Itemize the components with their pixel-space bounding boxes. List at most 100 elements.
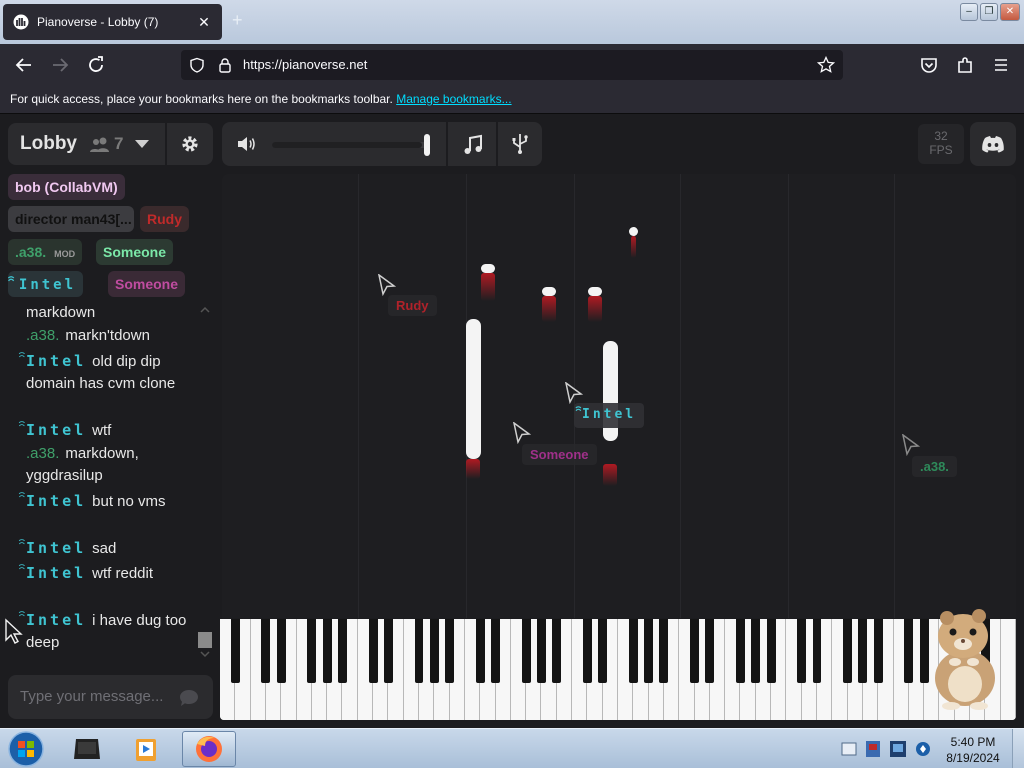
tracking-shield-icon[interactable] (189, 57, 205, 73)
chat-message: .a38. markn'tdown (26, 327, 150, 344)
discord-button[interactable] (970, 122, 1016, 166)
piano-black-key[interactable] (582, 619, 592, 683)
piano-black-key[interactable] (873, 619, 883, 683)
room-selector[interactable]: Lobby 7 (8, 123, 165, 165)
piano-black-key[interactable] (736, 619, 745, 683)
piano-black-key[interactable] (843, 619, 853, 683)
piano-black-key[interactable] (383, 619, 393, 683)
volume-icon[interactable] (236, 135, 256, 153)
note-visualizer: Rudy ꩰIntel Someone .a38. (222, 174, 1016, 618)
user-badge[interactable]: ꩰ Intel (8, 271, 84, 297)
audio-toolbar (222, 122, 542, 166)
back-arrow-icon[interactable] (13, 54, 35, 76)
system-tray (838, 729, 938, 768)
piano-black-key[interactable] (475, 619, 485, 683)
music-note-icon[interactable] (462, 134, 484, 156)
cursor-label: ꩰIntel (574, 403, 645, 428)
piano-black-key[interactable] (690, 619, 699, 683)
piano-black-key[interactable] (904, 619, 914, 683)
piano-black-key[interactable] (491, 619, 500, 683)
users-icon (90, 137, 109, 152)
new-tab-icon[interactable]: + (232, 10, 243, 31)
piano-black-key[interactable] (659, 619, 669, 683)
piano-black-key[interactable] (751, 619, 761, 683)
piano-black-key[interactable] (261, 619, 271, 683)
chat-log: markdown .a38.markn'tdown ꩰIntelold dip … (8, 302, 213, 662)
scroll-up-icon[interactable] (199, 306, 211, 314)
bookmark-star-icon[interactable] (817, 56, 835, 74)
volume-slider-handle[interactable] (424, 134, 430, 156)
close-tab-icon[interactable]: ✕ (196, 14, 212, 31)
piano-black-key[interactable] (628, 619, 638, 683)
chat-bubble-icon[interactable] (179, 689, 199, 707)
piano-black-key[interactable] (307, 619, 317, 683)
note-trail (631, 236, 636, 258)
piano-black-key[interactable] (797, 619, 807, 683)
user-badge[interactable]: Someone (96, 239, 174, 265)
settings-button[interactable] (167, 123, 213, 165)
lock-icon[interactable] (217, 57, 233, 73)
chat-message-input[interactable]: Type your message... (8, 675, 213, 719)
piano-black-key[interactable] (644, 619, 654, 683)
user-badge[interactable]: Rudy (140, 206, 189, 232)
url-text: https://pianoverse.net (243, 57, 368, 72)
manage-bookmarks-link[interactable]: Manage bookmarks... (396, 92, 511, 106)
piano-black-key[interactable] (230, 619, 240, 683)
piano-keyboard[interactable] (220, 619, 1016, 720)
note-trail (542, 296, 556, 322)
navigation-bar: https://pianoverse.net (0, 44, 1024, 86)
piano-black-key[interactable] (858, 619, 868, 683)
close-window-button[interactable]: ✕ (1000, 3, 1020, 21)
piano-black-key[interactable] (537, 619, 546, 683)
cursor-label: Someone (522, 444, 597, 465)
chat-message: .a38. markdown, yggdrasilup (26, 445, 139, 484)
piano-black-key[interactable] (414, 619, 424, 683)
pocket-icon[interactable] (918, 54, 940, 76)
piano-black-key[interactable] (322, 619, 332, 683)
piano-black-key[interactable] (552, 619, 562, 683)
taskbar-app-firefox[interactable] (182, 731, 236, 767)
forward-arrow-icon[interactable] (49, 54, 71, 76)
extensions-icon[interactable] (954, 54, 976, 76)
fps-label: FPS (929, 143, 953, 157)
volume-fill (272, 142, 423, 148)
piano-black-key[interactable] (445, 619, 455, 683)
piano-black-key[interactable] (598, 619, 608, 683)
clock-time: 5:40 PM (950, 735, 996, 749)
tray-icons[interactable] (838, 729, 938, 768)
menu-hamburger-icon[interactable] (990, 54, 1012, 76)
scrollbar-thumb[interactable] (198, 632, 212, 648)
scroll-down-icon[interactable] (199, 650, 211, 658)
piano-black-key[interactable] (521, 619, 531, 683)
taskbar-app-media-player[interactable] (120, 731, 174, 767)
reload-icon[interactable] (85, 54, 107, 76)
piano-black-key[interactable] (338, 619, 347, 683)
windows-start-icon[interactable] (6, 730, 46, 768)
note-bar (542, 287, 556, 296)
tab-title: Pianoverse - Lobby (7) (37, 15, 159, 29)
browser-tab-bar: Pianoverse - Lobby (7) ✕ + – ❐ ✕ (0, 0, 1024, 44)
browser-tab[interactable]: Pianoverse - Lobby (7) ✕ (3, 4, 222, 40)
chevron-down-icon[interactable] (135, 140, 150, 148)
usb-midi-icon[interactable] (511, 133, 529, 155)
piano-black-key[interactable] (368, 619, 378, 683)
taskbar-clock[interactable]: 5:40 PM 8/19/2024 (940, 734, 1006, 766)
minimize-window-button[interactable]: – (960, 3, 978, 21)
address-bar[interactable]: https://pianoverse.net (181, 50, 843, 80)
piano-black-key[interactable] (766, 619, 776, 683)
user-badge[interactable]: Someone (108, 271, 186, 297)
taskbar-app-terminal[interactable] (60, 731, 114, 767)
piano-black-key[interactable] (276, 619, 286, 683)
piano-black-key[interactable] (429, 619, 439, 683)
volume-slider[interactable] (272, 142, 427, 148)
piano-black-key[interactable] (705, 619, 715, 683)
user-badge[interactable]: bob (CollabVM) (8, 174, 125, 200)
piano-black-key[interactable] (812, 619, 822, 683)
show-desktop-button[interactable] (1012, 729, 1024, 768)
user-badge[interactable]: director man43[... (8, 206, 134, 232)
user-badge[interactable]: .a38. MOD (8, 239, 83, 265)
fps-value: 32 (934, 129, 948, 143)
chat-scrollbar[interactable] (198, 302, 212, 658)
chat-message: ꩰInteli have dug too deep (26, 611, 187, 651)
restore-window-button[interactable]: ❐ (980, 3, 998, 21)
